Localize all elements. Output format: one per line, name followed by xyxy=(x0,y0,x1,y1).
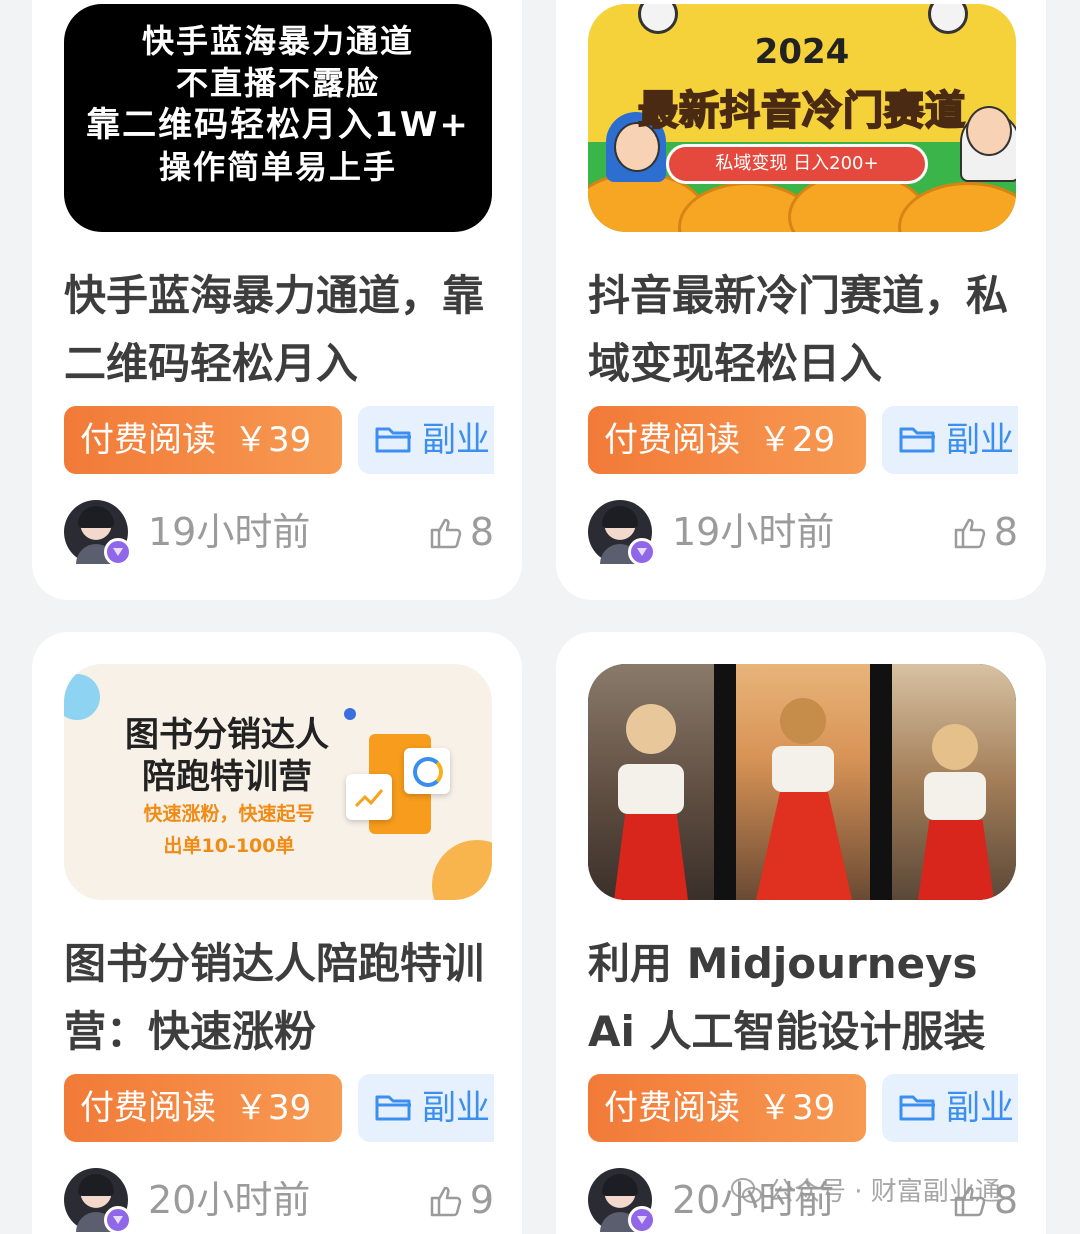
thumbs-up-icon xyxy=(430,1186,462,1217)
folder-icon xyxy=(899,1095,935,1121)
post-title[interactable]: 利用 Midjourneys Ai 人工智能设计服装 xyxy=(588,930,1018,1066)
post-meta: 20小时前 9 xyxy=(64,1168,494,1234)
post-card[interactable]: 快手蓝海暴力通道 不直播不露脸 靠二维码轻松月入1W+ 操作简单易上手 快手蓝海… xyxy=(32,0,522,600)
watermark: 公众号 · 财富副业通 xyxy=(730,1172,1001,1212)
post-meta: 19小时前 8 xyxy=(588,500,1018,566)
thumbs-up-icon xyxy=(430,518,462,549)
paid-read-tag[interactable]: 付费阅读 ￥29 xyxy=(588,406,866,474)
thumbnail-subtext: 快速涨粉，快速起号 xyxy=(143,803,315,825)
vip-badge-icon xyxy=(628,1206,656,1234)
paid-read-label: 付费阅读 xyxy=(80,420,216,460)
thumbnail-year: 2024 xyxy=(754,32,850,72)
category-tag[interactable]: 副业 xyxy=(882,406,1018,474)
thumbnail-text-line: 图书分销达人 xyxy=(125,715,329,755)
like-count: 8 xyxy=(993,510,1018,554)
post-thumbnail[interactable] xyxy=(588,664,1016,900)
post-time: 19小时前 xyxy=(672,510,835,554)
paid-read-tag[interactable]: 付费阅读 ￥39 xyxy=(64,406,342,474)
like-count: 9 xyxy=(469,1178,494,1222)
paid-read-tag[interactable]: 付费阅读 ￥39 xyxy=(64,1074,342,1142)
price: ￥39 xyxy=(758,1088,836,1128)
thumbs-up-icon xyxy=(954,518,986,549)
like-count: 8 xyxy=(469,510,494,554)
like-button[interactable]: 9 xyxy=(428,1168,494,1232)
thumbnail-text-line: 靠二维码轻松月入1W+ xyxy=(86,105,470,145)
thumbnail-text-line: 快手蓝海暴力通道 xyxy=(141,22,414,60)
paid-read-label: 付费阅读 xyxy=(80,1088,216,1128)
paid-read-label: 付费阅读 xyxy=(604,420,740,460)
avatar[interactable] xyxy=(64,500,132,566)
price: ￥39 xyxy=(234,420,312,460)
vip-badge-icon xyxy=(104,1206,132,1234)
vip-badge-icon xyxy=(628,538,656,566)
category-label: 副业 xyxy=(946,420,1014,460)
post-card[interactable]: 图书分销达人 陪跑特训营 快速涨粉，快速起号 出单10-100单 图书分销达人陪… xyxy=(32,632,522,1234)
thumbnail-pill: 私域变现 日入200+ xyxy=(666,144,928,184)
thumbnail-text-line: 不直播不露脸 xyxy=(175,64,380,102)
post-thumbnail[interactable]: 2024 最新抖音冷门赛道 私域变现 日入200+ xyxy=(588,4,1016,232)
vip-badge-icon xyxy=(104,538,132,566)
avatar[interactable] xyxy=(588,1168,656,1234)
post-title[interactable]: 图书分销达人陪跑特训营：快速涨粉 xyxy=(64,930,494,1066)
paid-read-tag[interactable]: 付费阅读 ￥39 xyxy=(588,1074,866,1142)
thumbnail-headline: 最新抖音冷门赛道 xyxy=(637,87,966,135)
avatar[interactable] xyxy=(588,500,656,566)
thumbnail-text-line: 陪跑特训营 xyxy=(142,757,312,797)
category-tag[interactable]: 副业 xyxy=(358,1074,494,1142)
category-label: 副业 xyxy=(422,1088,490,1128)
post-thumbnail[interactable]: 快手蓝海暴力通道 不直播不露脸 靠二维码轻松月入1W+ 操作简单易上手 xyxy=(64,4,492,232)
thumbnail-text-line: 操作简单易上手 xyxy=(158,148,397,186)
paid-read-label: 付费阅读 xyxy=(604,1088,740,1128)
wechat-icon xyxy=(731,1178,762,1203)
folder-icon xyxy=(375,427,411,453)
post-time: 20小时前 xyxy=(148,1178,311,1222)
post-card[interactable]: 利用 Midjourneys Ai 人工智能设计服装 付费阅读 ￥39 副业 20… xyxy=(556,632,1046,1234)
thumbnail-subtext: 出单10-100单 xyxy=(163,835,295,857)
like-button[interactable]: 8 xyxy=(428,500,494,564)
category-label: 副业 xyxy=(946,1088,1014,1128)
post-title[interactable]: 抖音最新冷门赛道，私域变现轻松日入 xyxy=(588,262,1018,398)
category-label: 副业 xyxy=(422,420,490,460)
folder-icon xyxy=(375,1095,411,1121)
avatar[interactable] xyxy=(64,1168,132,1234)
post-meta: 19小时前 8 xyxy=(64,500,494,566)
watermark-text: 公众号 · 财富副业通 xyxy=(768,1177,1001,1207)
category-tag[interactable]: 副业 xyxy=(882,1074,1018,1142)
folder-icon xyxy=(899,427,935,453)
category-tag[interactable]: 副业 xyxy=(358,406,494,474)
like-button[interactable]: 8 xyxy=(952,500,1018,564)
post-card[interactable]: 2024 最新抖音冷门赛道 私域变现 日入200+ 抖音最新冷门赛道，私域变现轻… xyxy=(556,0,1046,600)
price: ￥29 xyxy=(758,420,836,460)
post-time: 19小时前 xyxy=(148,510,311,554)
post-title[interactable]: 快手蓝海暴力通道，靠二维码轻松月入 xyxy=(64,262,494,398)
post-thumbnail[interactable]: 图书分销达人 陪跑特训营 快速涨粉，快速起号 出单10-100单 xyxy=(64,664,492,900)
price: ￥39 xyxy=(234,1088,312,1128)
